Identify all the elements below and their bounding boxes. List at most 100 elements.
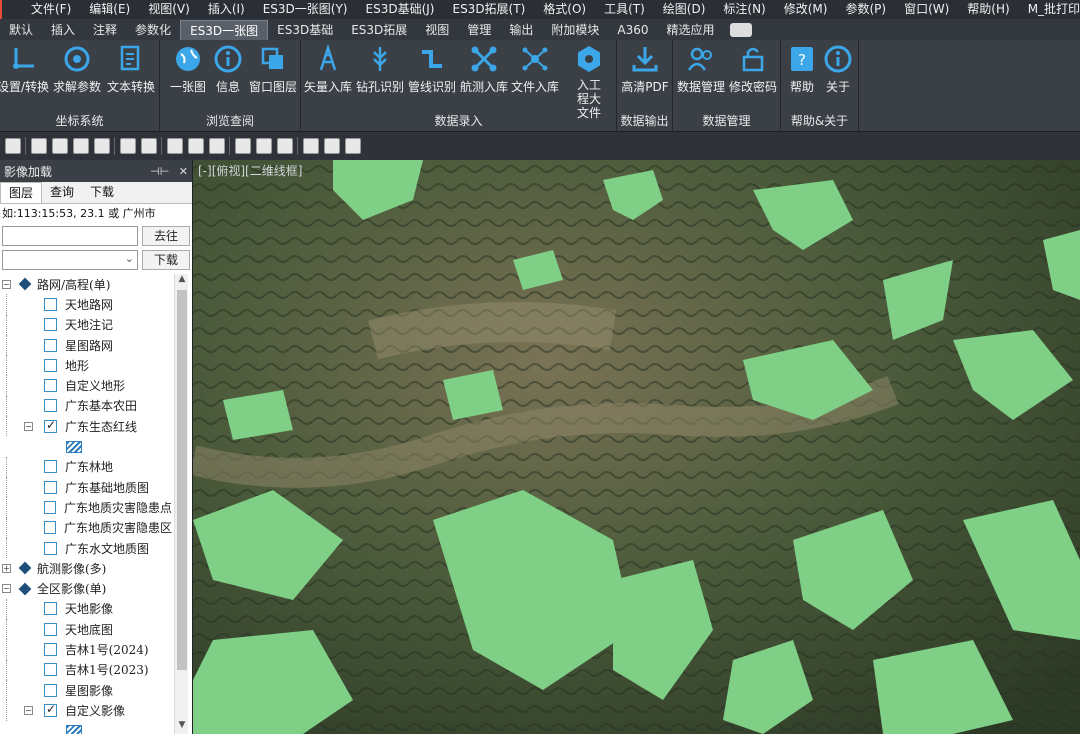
drill-recognize-button[interactable]: 钻孔识别 xyxy=(355,44,405,95)
tree-layer-item[interactable]: 广东林地 xyxy=(0,456,172,477)
slash-tool-icon[interactable] xyxy=(324,138,340,154)
layer-checkbox[interactable] xyxy=(44,399,57,413)
menu-help[interactable]: 帮助(H) xyxy=(958,0,1018,19)
wireframe-icon[interactable] xyxy=(94,138,110,154)
collapse-icon[interactable]: − xyxy=(2,584,11,594)
layer-checkbox[interactable] xyxy=(44,379,57,393)
tree-layer-item[interactable]: 自定义地形 xyxy=(0,375,172,396)
shade-icon[interactable] xyxy=(73,138,89,154)
tree-layer-item[interactable]: 地形 xyxy=(0,355,172,376)
scroll-down-icon[interactable]: ▼ xyxy=(175,720,189,734)
tree-layer-item[interactable]: 广东基础地质图 xyxy=(0,476,172,498)
menu-tools[interactable]: 工具(T) xyxy=(595,0,654,19)
change-password-button[interactable]: 修改密码 xyxy=(727,44,779,95)
tree-layer-item[interactable]: 星图影像 xyxy=(0,679,172,701)
square-tool-icon[interactable] xyxy=(345,138,361,154)
zoom-window-icon[interactable] xyxy=(52,138,68,154)
collapse-icon[interactable]: − xyxy=(24,421,33,431)
menu-edit[interactable]: 编辑(E) xyxy=(80,0,139,19)
layer-checkbox[interactable] xyxy=(44,480,57,494)
line-tool-icon[interactable] xyxy=(141,138,157,154)
tab-query[interactable]: 查询 xyxy=(42,182,82,203)
circle-tool-icon[interactable] xyxy=(303,138,319,154)
tree-layer-item[interactable]: 天地注记 xyxy=(0,314,172,335)
menu-modify[interactable]: 修改(M) xyxy=(775,0,837,19)
block-icon[interactable] xyxy=(256,138,272,154)
layer-checkbox[interactable] xyxy=(44,500,56,514)
menu-view[interactable]: 视图(V) xyxy=(139,0,199,19)
layer-checkbox[interactable] xyxy=(44,418,57,433)
table-icon[interactable] xyxy=(235,138,251,154)
file-import-button[interactable]: 文件入库 xyxy=(509,44,561,95)
help-button[interactable]: ? 帮助 xyxy=(785,44,819,95)
solve-params-button[interactable]: 求解参数 xyxy=(52,44,102,95)
location-input[interactable] xyxy=(2,226,138,246)
menu-window[interactable]: 窗口(W) xyxy=(895,0,958,19)
tab-annotate[interactable]: 注释 xyxy=(84,20,126,40)
tab-es3d-extend[interactable]: ES3D拓展 xyxy=(342,20,416,40)
tree-layer-item[interactable]: 天地路网 xyxy=(0,294,172,315)
menu-insert[interactable]: 插入(I) xyxy=(199,0,254,19)
menu-dimension[interactable]: 标注(N) xyxy=(714,0,774,19)
layer-checkbox[interactable] xyxy=(44,541,57,555)
collapse-icon[interactable]: − xyxy=(2,279,11,289)
home-icon[interactable] xyxy=(5,138,21,154)
expand-icon[interactable]: + xyxy=(2,563,11,573)
layout-icon[interactable] xyxy=(277,138,293,154)
data-management-button[interactable]: 数据管理 xyxy=(675,44,727,95)
layer-checkbox[interactable] xyxy=(44,663,57,677)
tree-layer-item[interactable]: − 广东生态红线 xyxy=(0,416,172,437)
map-viewport[interactable] xyxy=(193,160,1080,734)
tab-featured-apps[interactable]: 精选应用 xyxy=(657,20,723,40)
layer-checkbox[interactable] xyxy=(44,318,57,332)
minus-circle-icon[interactable] xyxy=(209,138,225,154)
tree-layer-item[interactable]: 吉林1号(2024) xyxy=(0,639,172,660)
tree-layer-item[interactable]: 广东地质灾害隐患点 xyxy=(0,497,172,518)
collapse-icon[interactable]: − xyxy=(24,705,33,715)
info-button[interactable]: 信息 xyxy=(210,44,246,95)
pin-icon[interactable]: ⊣⊢ xyxy=(150,165,169,178)
pipeline-recognize-button[interactable]: 管线识别 xyxy=(407,44,457,95)
tree-layer-item[interactable]: 广东地质灾害隐患区 xyxy=(0,517,172,538)
tree-group[interactable]: − 路网/高程(单) xyxy=(0,274,172,294)
tab-es3d-basic[interactable]: ES3D基础 xyxy=(268,20,342,40)
viewport-label[interactable]: [-][俯视][二维线框] xyxy=(198,162,302,179)
layer-checkbox[interactable] xyxy=(44,622,57,636)
app-logo-icon[interactable] xyxy=(0,0,2,19)
tab-insert[interactable]: 插入 xyxy=(42,20,84,40)
tree-layer-item[interactable]: 广东基本农田 xyxy=(0,395,172,417)
tree-scrollbar[interactable]: ▲ ▼ xyxy=(174,274,188,734)
onemap-button[interactable]: 一张图 xyxy=(168,44,208,95)
angle-tool-icon[interactable] xyxy=(188,138,204,154)
text-tool-icon[interactable] xyxy=(167,138,183,154)
tree-layer-item[interactable]: − 自定义影像 xyxy=(0,700,172,721)
download-select[interactable]: ⌄ xyxy=(2,250,138,270)
tree-layer-item[interactable]: 广东水文地质图 xyxy=(0,537,172,559)
layer-checkbox[interactable] xyxy=(44,338,57,352)
set-convert-button[interactable]: 设置/转换 xyxy=(0,44,50,95)
window-layer-button[interactable]: 窗口图层 xyxy=(248,44,298,95)
layer-checkbox[interactable] xyxy=(44,683,57,697)
tab-default[interactable]: 默认 xyxy=(0,20,42,40)
large-project-file-button[interactable]: 入工程大文件 xyxy=(563,44,615,120)
close-icon[interactable]: ✕ xyxy=(179,165,188,178)
tab-download[interactable]: 下载 xyxy=(82,182,122,203)
scroll-up-icon[interactable]: ▲ xyxy=(175,274,189,288)
tree-layer-item[interactable]: 天地影像 xyxy=(0,598,172,620)
layer-checkbox[interactable] xyxy=(44,642,57,656)
tree-layer-item[interactable]: 星图路网 xyxy=(0,334,172,356)
tree-group[interactable]: + 航测影像(多) xyxy=(0,558,172,578)
zoom-extents-icon[interactable] xyxy=(31,138,47,154)
tab-a360[interactable]: A360 xyxy=(608,20,657,40)
video-camera-icon[interactable] xyxy=(729,23,752,37)
goto-button[interactable]: 去往 xyxy=(142,226,190,246)
menu-es3d-extend[interactable]: ES3D拓展(T) xyxy=(443,0,534,19)
menu-es3d-onemap[interactable]: ES3D一张图(Y) xyxy=(254,0,357,19)
snap-point-icon[interactable] xyxy=(120,138,136,154)
tab-parametric[interactable]: 参数化 xyxy=(126,20,180,40)
tab-view[interactable]: 视图 xyxy=(416,20,458,40)
menu-es3d-basic[interactable]: ES3D基础(J) xyxy=(357,0,444,19)
menu-format[interactable]: 格式(O) xyxy=(534,0,595,19)
tab-addins[interactable]: 附加模块 xyxy=(542,20,608,40)
layer-checkbox[interactable] xyxy=(44,358,57,372)
